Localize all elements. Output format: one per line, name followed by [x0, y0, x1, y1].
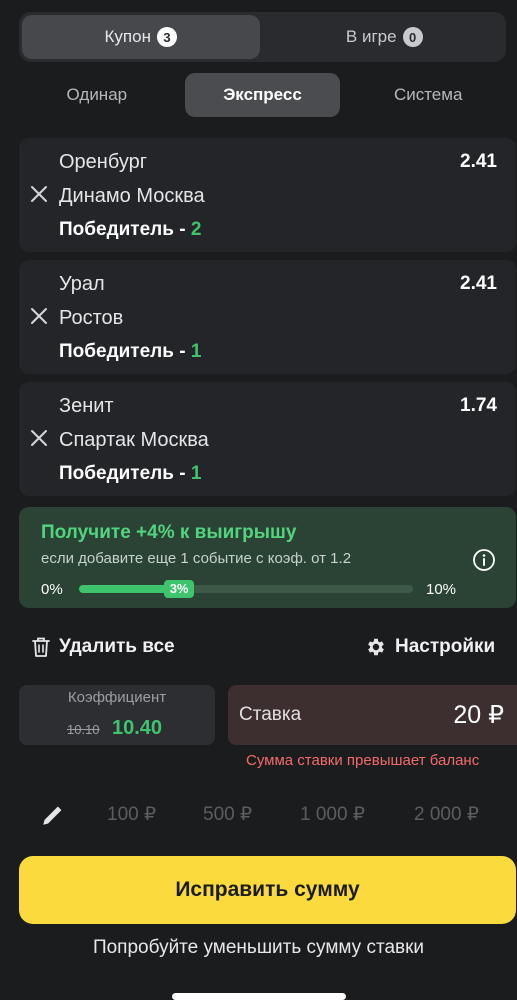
pencil-icon[interactable] [40, 802, 66, 828]
close-icon[interactable] [29, 184, 49, 204]
quick-amount-500[interactable]: 500 ₽ [203, 803, 252, 826]
hint-text: Попробуйте уменьшить сумму ставки [92, 937, 425, 958]
info-icon[interactable] [472, 548, 496, 572]
bonus-max-label: 10% [426, 581, 457, 598]
stake-value: 20 ₽ [453, 701, 504, 729]
team-away: Динамо Москва [59, 185, 205, 207]
coupon-count-badge: 3 [156, 27, 177, 47]
bonus-min-label: 0% [41, 581, 63, 598]
selection-value: 1 [190, 463, 202, 484]
settings-button[interactable]: Настройки [365, 636, 495, 658]
tab-single[interactable]: Одинар [19, 73, 175, 117]
bet-type-tabs: Одинар Экспресс Система [19, 73, 506, 117]
team-home: Оренбург [59, 151, 148, 173]
gear-icon [368, 638, 384, 656]
tab-system[interactable]: Система [350, 73, 506, 117]
stake-error-message: Сумма ставки превышает баланс [246, 752, 480, 769]
market-label: Победитель - 2 [59, 219, 201, 241]
quick-amount-1000[interactable]: 1 000 ₽ [300, 803, 365, 826]
quick-amount-100[interactable]: 100 ₽ [107, 803, 156, 826]
tab-in-play-label: В игре [345, 27, 397, 46]
bonus-subtitle: если добавите еще 1 событие с коэф. от 1… [41, 550, 352, 567]
coefficient-label: Коэффициент [67, 689, 167, 706]
market-name: Победитель - [59, 463, 191, 484]
trash-icon [32, 637, 50, 657]
tab-in-play[interactable]: В игре 0 [266, 15, 504, 59]
selection-value: 1 [190, 341, 202, 362]
event-card: Оренбург Динамо Москва Победитель - 2 2.… [19, 138, 516, 252]
team-away: Ростов [59, 307, 124, 329]
quick-amounts-row: 100 ₽ 500 ₽ 1 000 ₽ 2 000 ₽ [0, 796, 517, 836]
close-icon[interactable] [29, 306, 49, 326]
team-away: Спартак Москва [59, 429, 209, 451]
event-odds: 1.74 [460, 395, 497, 416]
market-label: Победитель - 1 [59, 341, 201, 363]
coefficient-old-value: 10.10 [67, 722, 100, 737]
stake-label: Ставка [239, 704, 302, 725]
bet-slip-screen: Купон 3 В игре 0 Одинар Экспресс Система… [0, 0, 517, 1000]
market-label: Победитель - 1 [59, 463, 201, 485]
tab-express[interactable]: Экспресс [184, 73, 341, 117]
selection-value: 2 [190, 219, 202, 240]
express-bonus-banner: Получите +4% к выигрышу если добавите ещ… [19, 507, 516, 608]
stake-input[interactable]: Ставка 20 ₽ [228, 685, 517, 745]
event-odds: 2.41 [460, 151, 497, 172]
team-home: Зенит [59, 395, 114, 417]
in-play-count-badge: 0 [402, 27, 423, 47]
bonus-progress-bar: 3% [79, 580, 413, 598]
market-name: Победитель - [59, 219, 191, 240]
event-card: Урал Ростов Победитель - 1 2.41 [19, 260, 516, 374]
quick-amount-2000[interactable]: 2 000 ₽ [414, 803, 479, 826]
delete-all-button[interactable]: Удалить все [31, 636, 175, 658]
market-name: Победитель - [59, 341, 191, 362]
close-icon[interactable] [29, 428, 49, 448]
bonus-title: Получите +4% к выигрышу [41, 522, 297, 543]
event-odds: 2.41 [460, 273, 497, 294]
tab-coupon-label: Купон [104, 27, 151, 46]
coupon-tabs: Купон 3 В игре 0 [19, 12, 506, 62]
team-home: Урал [59, 273, 105, 295]
bonus-progress-label: 3% [163, 580, 195, 598]
delete-all-label: Удалить все [59, 636, 175, 657]
fix-amount-button[interactable]: Исправить сумму [19, 856, 516, 924]
settings-label: Настройки [395, 636, 496, 657]
total-coefficient: Коэффициент 10.10 10.40 [19, 685, 215, 745]
home-indicator[interactable] [172, 993, 346, 1000]
coefficient-new-value: 10.40 [112, 717, 163, 739]
tab-coupon[interactable]: Купон 3 [22, 15, 260, 59]
event-card: Зенит Спартак Москва Победитель - 1 1.74 [19, 382, 516, 496]
